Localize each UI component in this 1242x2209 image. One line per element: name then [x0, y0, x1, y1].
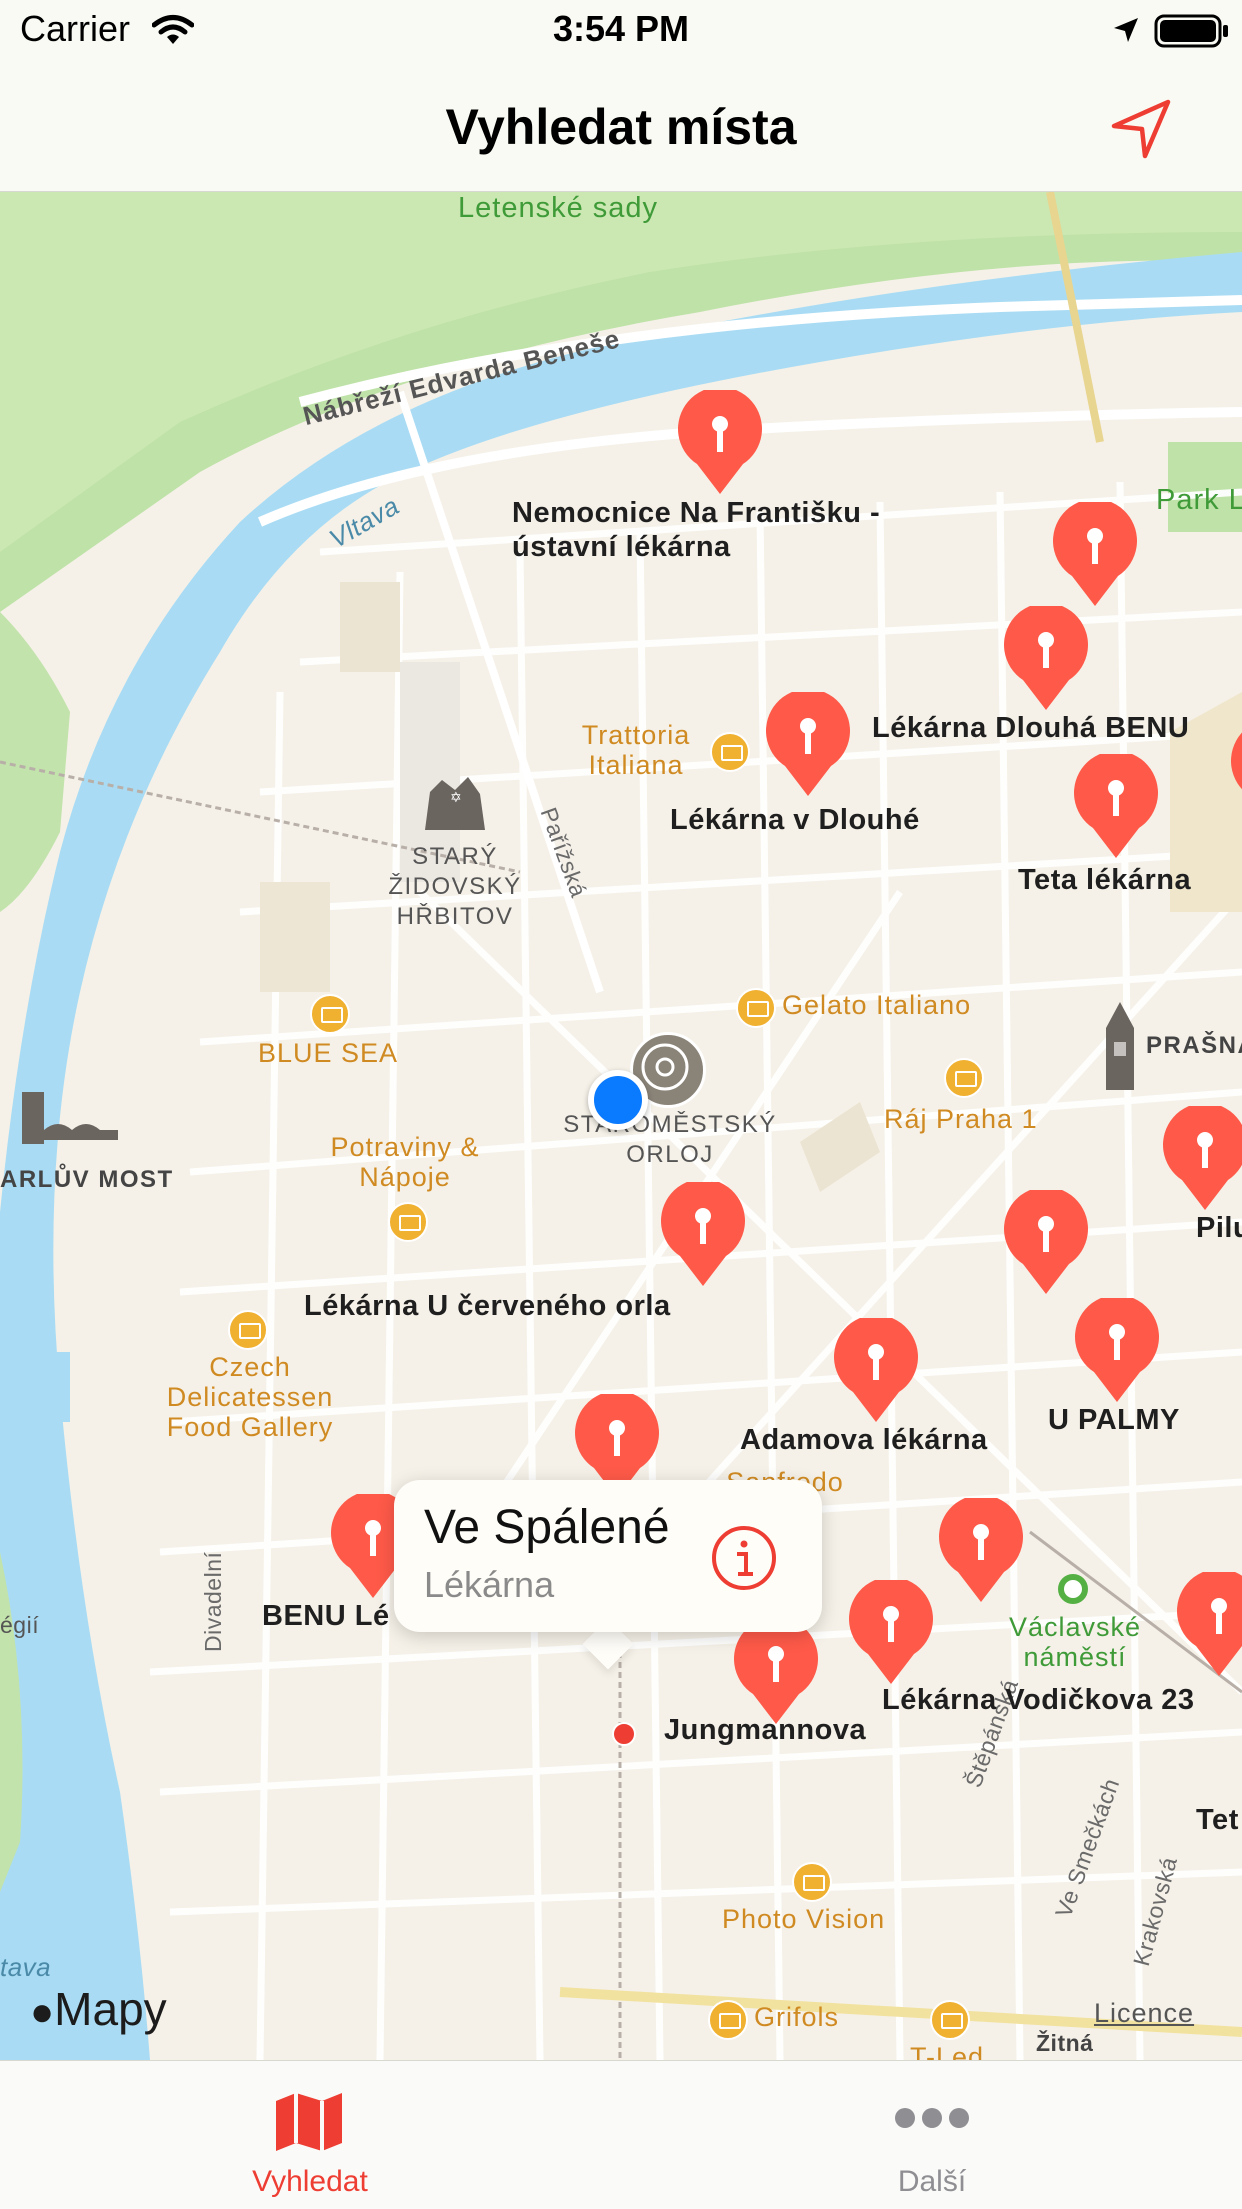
pharmacy-pin-icon[interactable]: [848, 1580, 934, 1686]
place-label: Adamova lékárna: [740, 1424, 988, 1456]
poi-label: Potraviny & Nápoje: [330, 1132, 480, 1192]
landmark-label: PRAŠNÁ: [1146, 1032, 1242, 1059]
apple-logo-icon: ●: [30, 1990, 55, 2034]
info-icon[interactable]: [710, 1524, 778, 1592]
tab-more[interactable]: Další: [772, 2061, 1092, 2209]
legal-link[interactable]: Licence: [1094, 1998, 1194, 2029]
callout-subtitle: Lékárna: [424, 1564, 555, 1605]
pharmacy-pin-icon[interactable]: [1162, 1106, 1242, 1212]
poi-label: Trattoria Italiana: [581, 720, 691, 780]
page-title: Vyhledat místa: [445, 99, 797, 155]
pharmacy-pin-icon[interactable]: [677, 390, 763, 496]
map-icon: [276, 2093, 342, 2151]
street-label: Divadelní: [200, 1551, 226, 1652]
place-label: Lékárna Vodičkova 23: [882, 1684, 1195, 1716]
shop-icon[interactable]: [944, 1058, 984, 1098]
poi-label: Photo Vision: [722, 1904, 886, 1934]
place-label: Teta lékárna: [1018, 864, 1192, 896]
place-label: BENU Lé: [262, 1600, 390, 1632]
pharmacy-pin-icon[interactable]: [1176, 1572, 1242, 1678]
pharmacy-pin-icon[interactable]: [660, 1182, 746, 1288]
place-label: Pilu: [1196, 1212, 1242, 1244]
landmark-label: ARLŮV MOST: [0, 1166, 174, 1193]
tab-label: Vyhledat: [252, 2165, 368, 2198]
place-label: U PALMY: [1048, 1404, 1180, 1436]
pharmacy-pin-icon[interactable]: [1230, 722, 1242, 828]
landmark-label: Václavské náměstí: [1008, 1612, 1142, 1672]
street-label: égií: [0, 1612, 40, 1638]
place-label: Nemocnice Na Františku - ústavní lékárna: [512, 497, 881, 563]
pharmacy-pin-icon[interactable]: [765, 692, 851, 798]
metro-station-icon: [1058, 1574, 1088, 1604]
location-services-icon: [1114, 18, 1138, 42]
maps-attribution: ●Mapy: [30, 1983, 167, 2035]
user-location-dot: [588, 1070, 648, 1130]
shop-icon[interactable]: [736, 988, 776, 1028]
annotation-callout[interactable]: Ve Spálené Lékárna: [394, 1480, 822, 1632]
shopping-cart-icon[interactable]: [228, 1310, 268, 1350]
shop-icon[interactable]: [708, 2000, 748, 2040]
bridge-icon: [18, 1082, 118, 1152]
svg-text:✡: ✡: [450, 790, 462, 806]
selected-location-marker[interactable]: [612, 1722, 636, 1746]
tower-icon: [1100, 1002, 1140, 1092]
shop-icon[interactable]: [792, 1862, 832, 1902]
status-bar: Carrier 3:54 PM: [0, 0, 1242, 60]
map-view[interactable]: Letenské sady Park L Nábřeží Edvarda Ben…: [0, 192, 1242, 2060]
pharmacy-pin-icon[interactable]: [1052, 502, 1138, 608]
navigation-bar: Vyhledat místa: [0, 60, 1242, 192]
callout-title: Ve Spálené: [424, 1501, 670, 1554]
shopping-cart-icon[interactable]: [310, 994, 350, 1034]
area-label: Letenské sady: [458, 192, 659, 224]
poi-label: Ráj Praha 1: [884, 1104, 1038, 1134]
pharmacy-pin-icon[interactable]: [1003, 1190, 1089, 1296]
pharmacy-pin-icon[interactable]: [1074, 1298, 1160, 1404]
place-label: Tet: [1196, 1804, 1239, 1836]
tab-label: Další: [897, 2165, 967, 2198]
synagogue-icon: ✡: [420, 772, 490, 832]
location-arrow-icon[interactable]: [1108, 96, 1174, 162]
pharmacy-pin-icon[interactable]: [1073, 754, 1159, 860]
place-label: Jungmannova: [664, 1714, 867, 1746]
tab-bar: Vyhledat Další: [0, 2060, 1242, 2209]
street-label: Žitná: [1036, 2030, 1094, 2056]
poi-label: Grifols: [754, 2002, 840, 2032]
shop-icon[interactable]: [930, 2000, 970, 2040]
pharmacy-pin-icon[interactable]: [1003, 606, 1089, 712]
landmark-label: STAROMĚSTSKÝ ORLOJ: [563, 1111, 777, 1168]
poi-label: T-Led: [910, 2042, 985, 2060]
area-label: Park L: [1156, 484, 1242, 516]
place-label: Lékárna Dlouhá BENU: [872, 712, 1190, 744]
poi-label: Gelato Italiano: [782, 990, 972, 1020]
place-label: Lékárna U červeného orla: [304, 1290, 671, 1322]
poi-label: BLUE SEA: [258, 1038, 399, 1068]
place-label: Lékárna v Dlouhé: [670, 804, 920, 836]
pharmacy-pin-icon[interactable]: [733, 1620, 819, 1726]
river-label: tava: [0, 1952, 52, 1982]
pharmacy-pin-icon[interactable]: [833, 1318, 919, 1424]
landmark-label: STARÝ ŽIDOVSKÝ HŘBITOV: [388, 843, 522, 930]
more-icon: [895, 2108, 969, 2128]
tab-search[interactable]: Vyhledat: [150, 2061, 470, 2209]
shopping-cart-icon[interactable]: [388, 1202, 428, 1242]
poi-label: Czech Delicatessen Food Gallery: [166, 1352, 334, 1442]
pharmacy-pin-icon[interactable]: [938, 1498, 1024, 1604]
battery-icon: [1154, 14, 1228, 48]
clock: 3:54 PM: [552, 8, 690, 49]
shop-icon[interactable]: [710, 732, 750, 772]
